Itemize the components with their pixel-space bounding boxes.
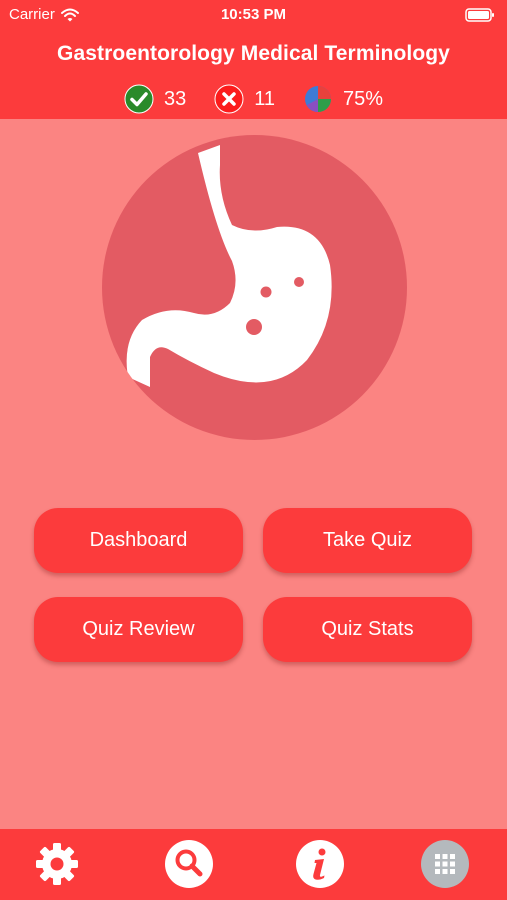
status-clock: 10:53 PM <box>220 6 287 23</box>
apps-tab[interactable] <box>420 839 470 889</box>
cross-icon <box>214 84 244 114</box>
app-title: Gastroentorology Medical Terminology <box>57 42 450 65</box>
status-bar: Carrier 10:53 PM <box>0 0 507 30</box>
correct-count: 33 <box>163 87 187 110</box>
info-icon <box>296 840 344 888</box>
battery-icon <box>465 8 494 22</box>
hero-circle <box>102 135 407 440</box>
gear-icon <box>36 843 78 885</box>
correct-stat: 33 <box>124 84 186 114</box>
score-stat: 75% <box>303 84 383 114</box>
checkmark-icon <box>124 84 154 114</box>
grid-icon <box>421 840 469 888</box>
bottom-tab-bar <box>0 829 507 900</box>
settings-tab[interactable] <box>32 839 82 889</box>
header-bar: Carrier 10:53 PM Gastroentorology Medica… <box>0 0 507 119</box>
search-tab[interactable] <box>164 839 214 889</box>
incorrect-stat: 11 <box>214 84 275 114</box>
pie-chart-icon <box>304 86 331 112</box>
stomach-icon <box>126 145 332 387</box>
info-tab[interactable] <box>295 839 345 889</box>
dashboard-button[interactable]: Dashboard <box>34 508 243 573</box>
score-summary: 33 11 75% <box>0 84 507 114</box>
incorrect-count: 11 <box>254 87 275 110</box>
search-icon <box>165 840 213 888</box>
quiz-stats-button[interactable]: Quiz Stats <box>263 597 472 662</box>
quiz-review-button[interactable]: Quiz Review <box>34 597 243 662</box>
take-quiz-button[interactable]: Take Quiz <box>263 508 472 573</box>
score-percent: 75% <box>342 87 384 110</box>
